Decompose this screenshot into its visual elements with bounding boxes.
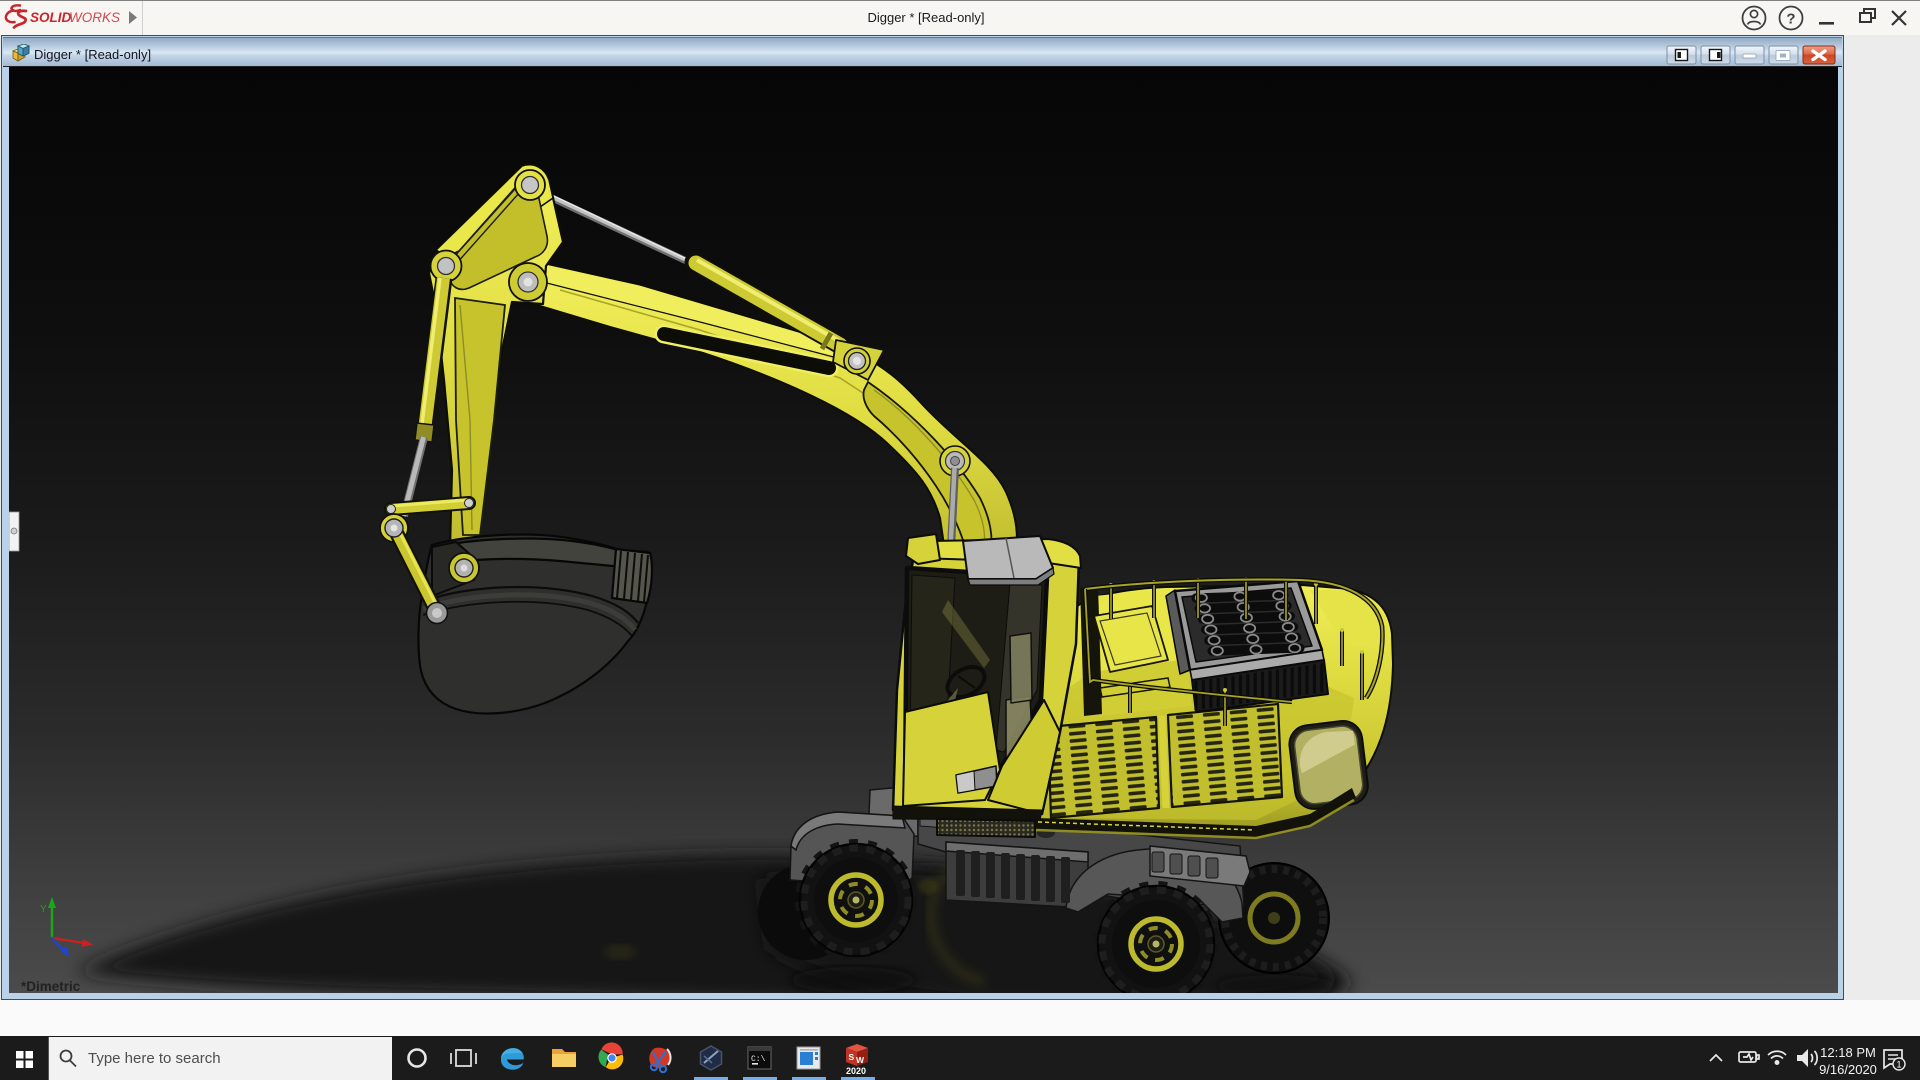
svg-text:Y: Y <box>40 904 47 915</box>
svg-text:1: 1 <box>1896 1060 1901 1070</box>
svg-text:WORKS: WORKS <box>69 10 120 25</box>
svg-text:9/16/2020: 9/16/2020 <box>1819 1062 1877 1077</box>
svg-text:S: S <box>849 1052 855 1062</box>
svg-text:W: W <box>856 1055 865 1065</box>
svg-text:12:18 PM: 12:18 PM <box>1820 1045 1876 1060</box>
svg-text:2020: 2020 <box>846 1066 866 1076</box>
svg-text:SOLID: SOLID <box>30 10 72 25</box>
svg-text:C:\: C:\ <box>751 1055 766 1064</box>
svg-text:*Dimetric: *Dimetric <box>21 979 81 993</box>
svg-text:?: ? <box>1786 11 1795 28</box>
